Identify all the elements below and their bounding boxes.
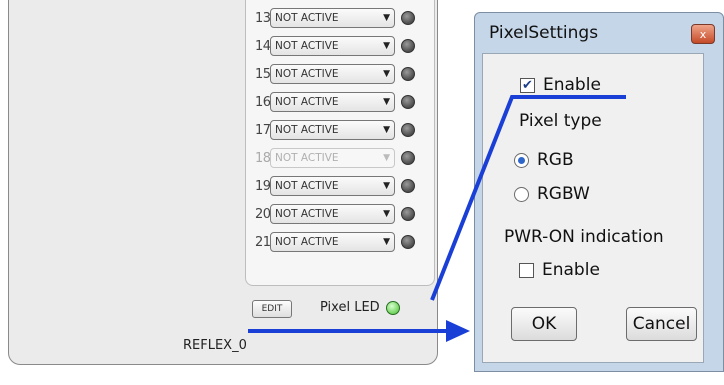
arrow-head-icon xyxy=(446,320,470,342)
enable-annotation-line xyxy=(430,95,626,301)
annotation-arrows xyxy=(248,95,626,342)
